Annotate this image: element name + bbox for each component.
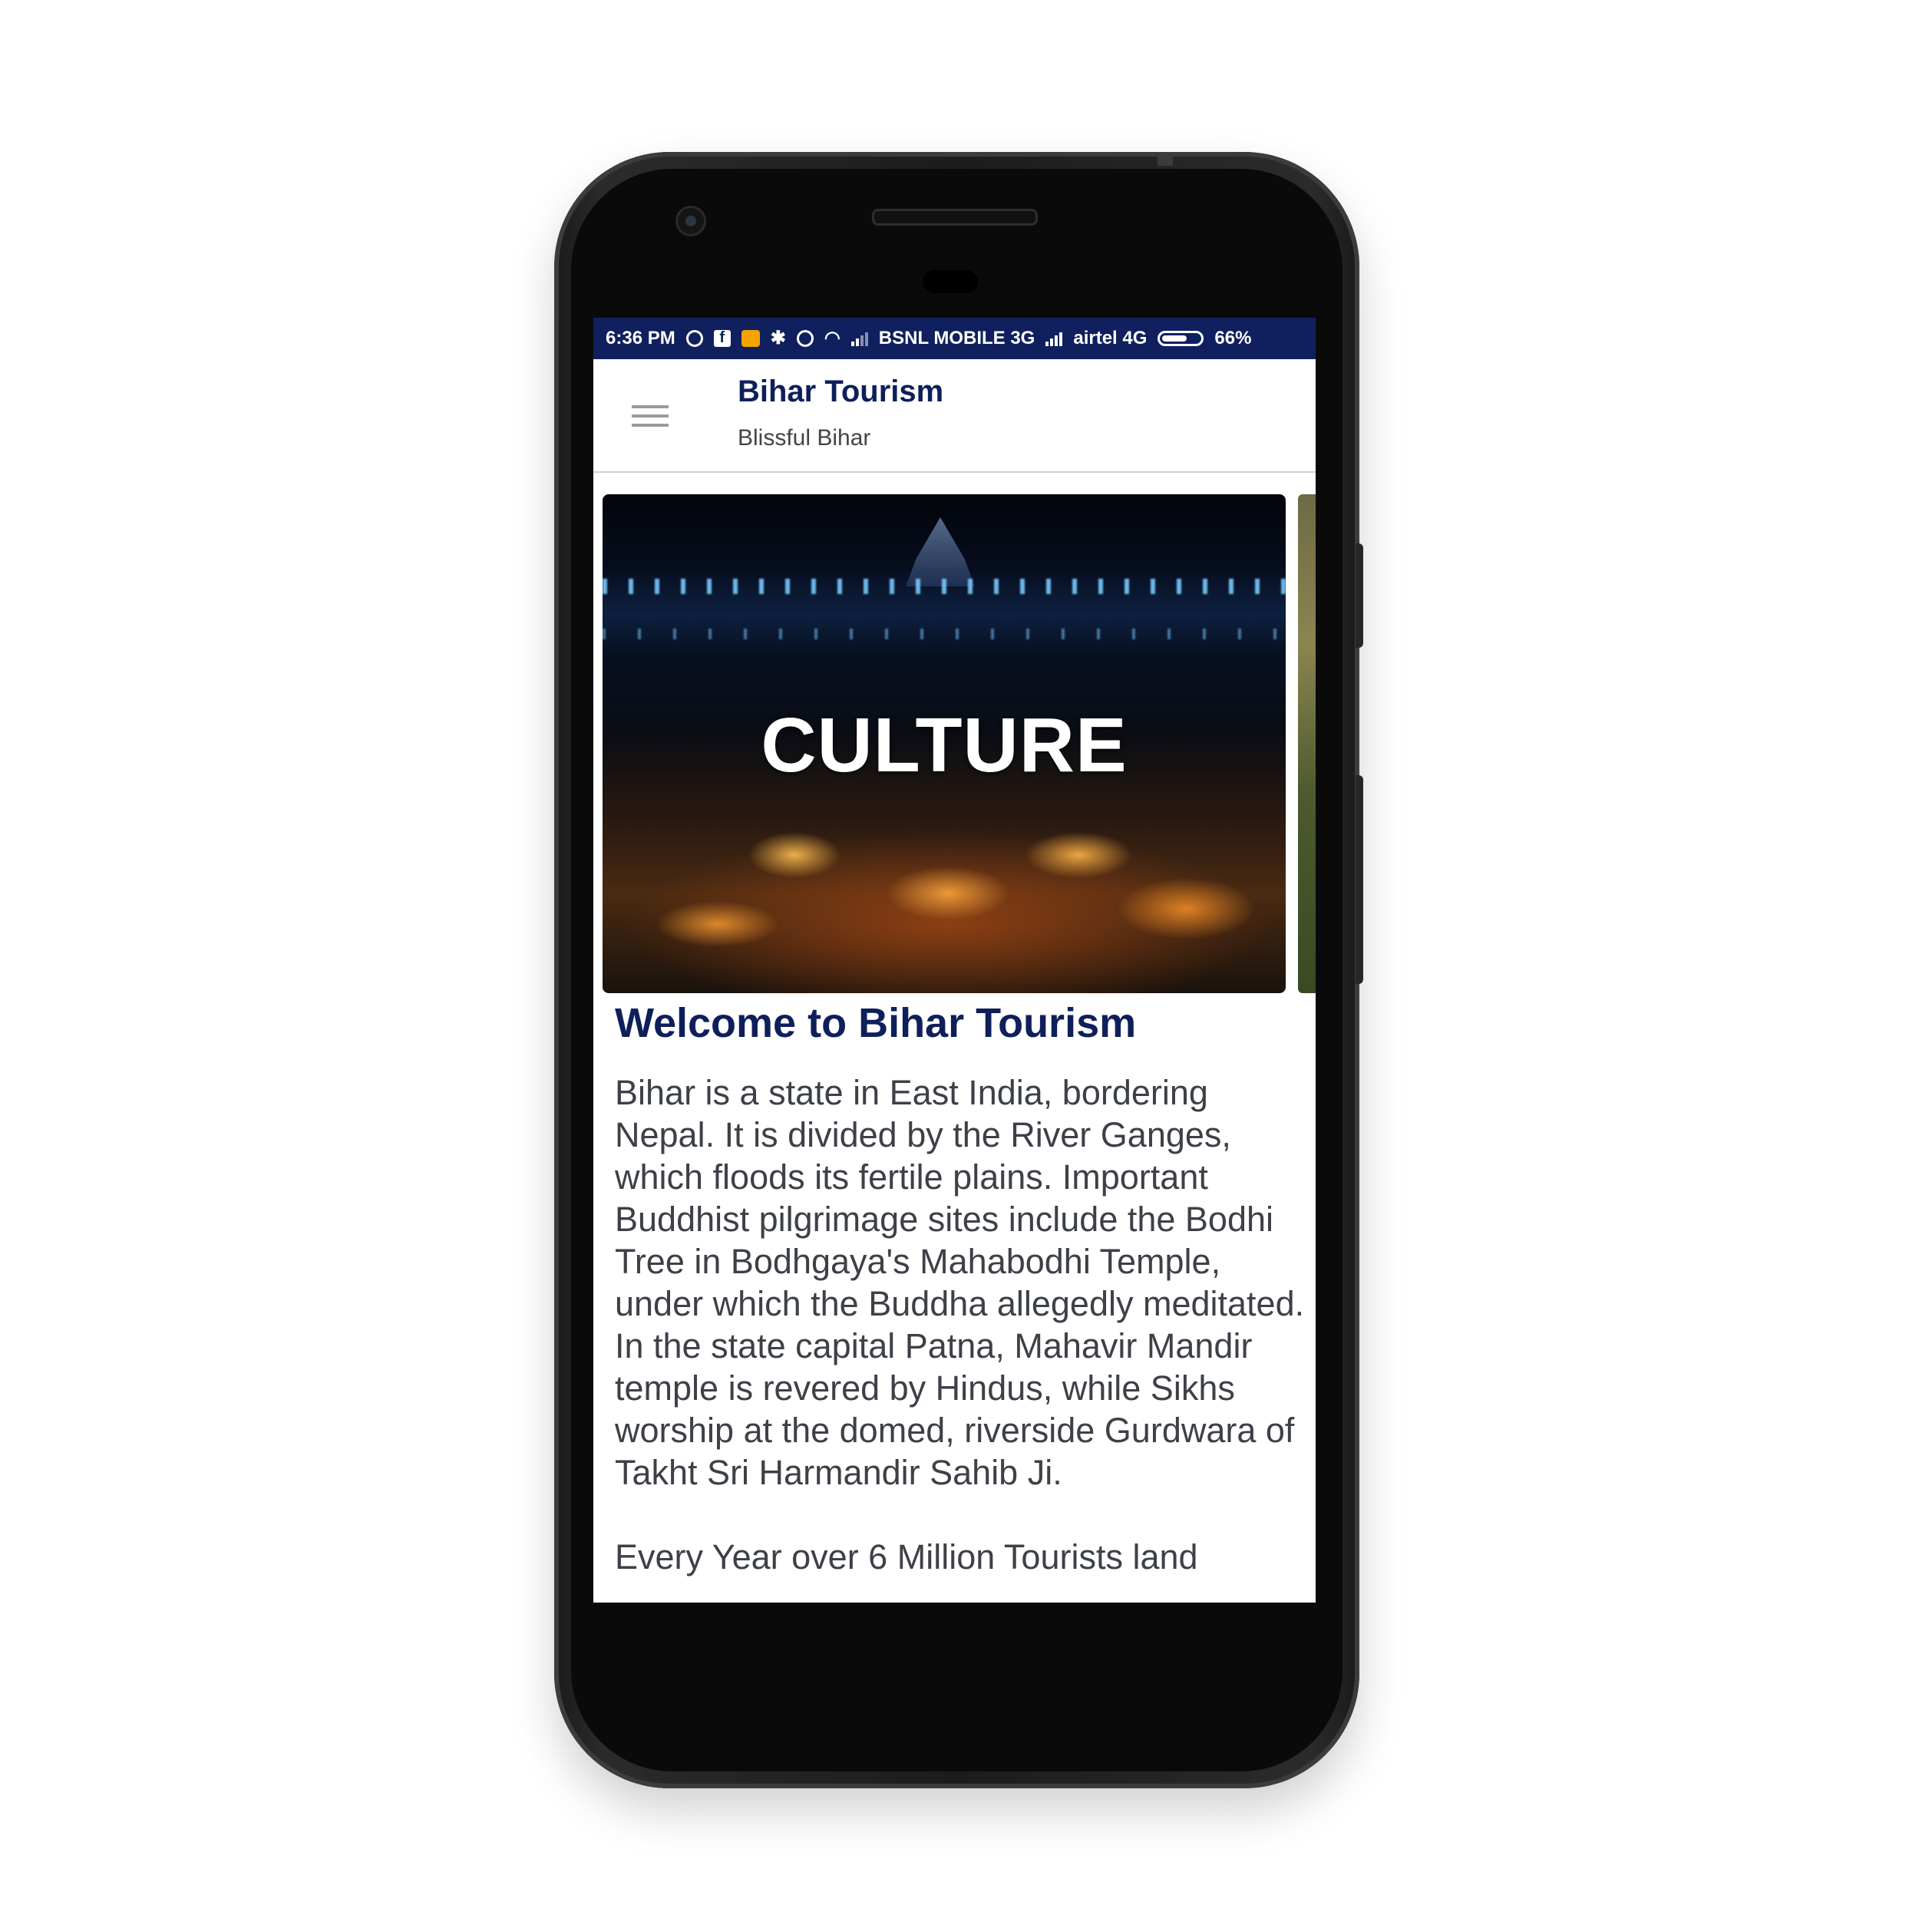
signal-icon bbox=[1045, 331, 1063, 346]
wifi-icon: ◠ bbox=[824, 328, 841, 348]
status-time: 6:36 PM bbox=[606, 328, 675, 348]
app-bar: Bihar Tourism Blissful Bihar bbox=[593, 359, 1316, 473]
power-button bbox=[1356, 543, 1363, 648]
intro-paragraph: Bihar is a state in East India, borderin… bbox=[615, 1073, 1305, 1492]
carrier-bsnl: BSNL MOBILE 3G bbox=[878, 328, 1035, 348]
message-icon bbox=[741, 330, 760, 347]
welcome-heading: Welcome to Bihar Tourism bbox=[615, 1000, 1137, 1046]
app-title: Bihar Tourism bbox=[738, 375, 944, 408]
alarm-icon bbox=[796, 330, 814, 347]
whatsapp-icon bbox=[685, 330, 703, 347]
signal-icon bbox=[850, 331, 868, 346]
proximity-sensor bbox=[923, 270, 978, 293]
bluetooth-icon: ✱ bbox=[770, 328, 786, 348]
carrier-airtel: airtel 4G bbox=[1073, 328, 1148, 348]
image-carousel[interactable]: CULTURE bbox=[593, 494, 1316, 993]
river-lights bbox=[603, 579, 1286, 594]
app-screen: 6:36 PM f ✱ ◠ BSNL MOBILE 3G airtel 4G 6… bbox=[593, 318, 1316, 1603]
front-camera bbox=[675, 206, 706, 236]
carousel-slide-next[interactable] bbox=[1298, 494, 1316, 993]
temple-silhouette bbox=[906, 517, 975, 586]
slide-label: CULTURE bbox=[761, 702, 1128, 788]
earpiece-speaker bbox=[872, 209, 1038, 226]
volume-button bbox=[1356, 775, 1363, 984]
intro-paragraph-2: Every Year over 6 Million Tourists land bbox=[615, 1537, 1198, 1576]
intro-text: Bihar is a state in East India, borderin… bbox=[615, 1071, 1306, 1603]
app-subtitle: Blissful Bihar bbox=[738, 425, 871, 451]
battery-icon bbox=[1158, 331, 1204, 346]
river-reflections bbox=[603, 629, 1286, 639]
carousel-slide-culture[interactable]: CULTURE bbox=[603, 494, 1286, 993]
battery-percent: 66% bbox=[1214, 328, 1252, 348]
facebook-icon: f bbox=[713, 330, 731, 347]
phone-top-notch bbox=[1158, 154, 1173, 166]
status-bar: 6:36 PM f ✱ ◠ BSNL MOBILE 3G airtel 4G 6… bbox=[593, 318, 1316, 359]
hamburger-menu-icon[interactable] bbox=[624, 398, 670, 436]
